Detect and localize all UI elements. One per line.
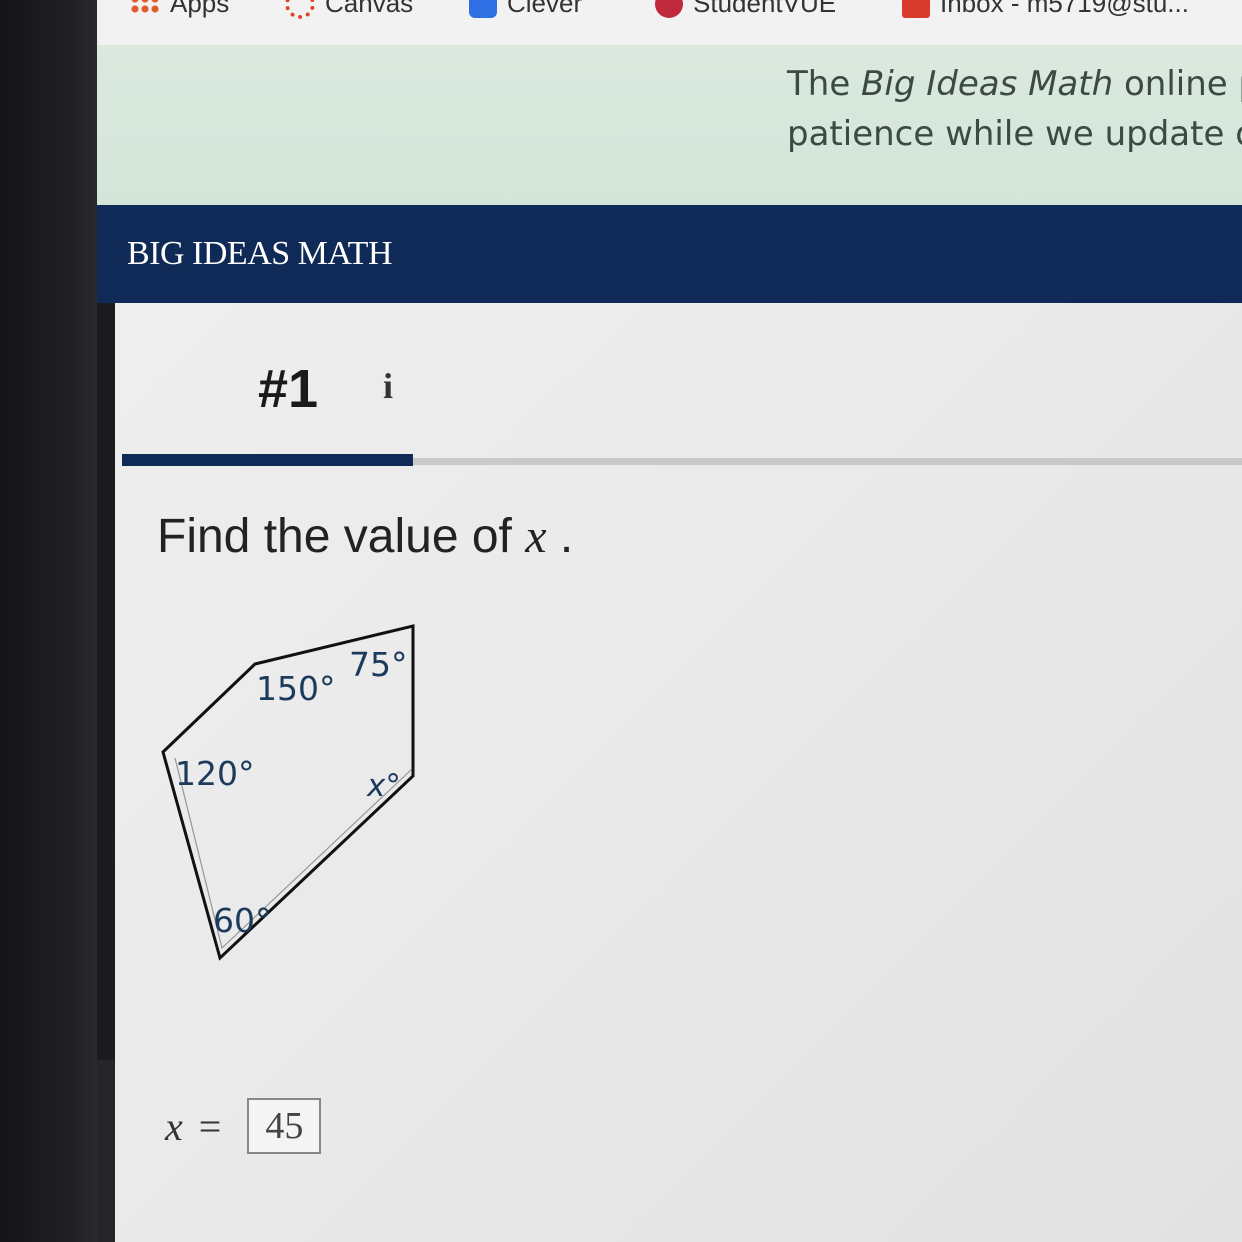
bookmark-canvas[interactable]: Canvas: [285, 0, 413, 19]
bookmark-label: Canvas: [325, 0, 414, 18]
pentagon-figure: 150° 75° 120° x° 60°: [161, 624, 415, 961]
angle-label-150: 150°: [256, 669, 336, 708]
prompt-end: .: [546, 510, 574, 563]
info-icon[interactable]: i: [383, 365, 393, 407]
answer-variable: x: [165, 1103, 183, 1149]
prompt-variable: x: [525, 510, 547, 563]
question-number[interactable]: #1: [258, 358, 318, 420]
banner-message: The Big Ideas Math online p patience whi…: [787, 59, 1242, 159]
banner-text-emphasis: Big Ideas Math: [861, 64, 1114, 104]
prompt-text: Find the value of: [157, 510, 526, 563]
bookmark-clever[interactable]: Clever: [469, 0, 582, 19]
bookmark-label: StudentVUE: [693, 0, 837, 18]
answer-input[interactable]: 45: [247, 1098, 322, 1154]
bookmark-apps[interactable]: Apps: [130, 0, 229, 19]
site-header: BIG IDEAS MATH: [97, 205, 1242, 303]
bookmark-label: Inbox - m5719@stu...: [940, 0, 1189, 18]
angle-label-60: 60°: [213, 901, 272, 940]
bookmark-inbox[interactable]: Inbox - m5719@stu...: [902, 0, 1189, 19]
bookmark-label: Clever: [507, 0, 583, 18]
progress-fill: [122, 454, 413, 466]
bookmark-label: Apps: [170, 0, 230, 18]
announcement-banner: The Big Ideas Math online p patience whi…: [97, 45, 1242, 205]
logo[interactable]: BIG IDEAS MATH: [127, 235, 393, 273]
answer-row: x = 45: [165, 1098, 322, 1154]
banner-text-prefix: The: [787, 64, 862, 104]
studentvue-icon: [655, 0, 683, 18]
angle-label-x: x°: [366, 768, 401, 804]
screen-bezel-lower: [97, 1060, 115, 1242]
screen-bezel: [0, 0, 97, 1242]
apps-grid-icon: [130, 0, 160, 14]
banner-text-line2: patience while we update o: [787, 114, 1242, 154]
bookmark-studentvue[interactable]: StudentVUE: [655, 0, 836, 19]
bookmarks-bar: Apps Canvas Clever StudentVUE Inbox - m5…: [97, 0, 1242, 45]
canvas-icon: [285, 0, 315, 19]
angle-label-75: 75°: [349, 645, 408, 684]
main-content: #1 i Find the value of x . 150° 75° 120°…: [115, 303, 1242, 1242]
angle-label-120: 120°: [175, 754, 255, 793]
clever-icon: [469, 0, 497, 18]
equals-sign: =: [198, 1103, 222, 1149]
gmail-icon: [902, 0, 930, 18]
banner-text-suffix: online p: [1123, 64, 1242, 104]
question-prompt: Find the value of x .: [157, 509, 573, 564]
